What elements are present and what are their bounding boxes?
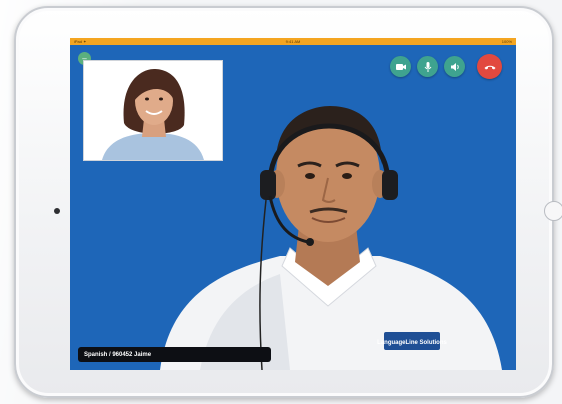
video-camera-icon bbox=[395, 63, 406, 70]
call-controls bbox=[390, 54, 502, 79]
status-bar: iPad ✦ 9:41 AM 100% bbox=[70, 38, 516, 45]
speaker-toggle-button[interactable] bbox=[444, 56, 465, 77]
self-view-person bbox=[84, 61, 222, 160]
home-button[interactable] bbox=[544, 201, 562, 221]
front-camera-icon bbox=[54, 208, 60, 214]
camera-toggle-button[interactable] bbox=[390, 56, 411, 77]
end-call-icon bbox=[484, 65, 495, 69]
headset-mic bbox=[306, 238, 314, 246]
status-battery: 100% bbox=[501, 39, 512, 44]
interpreter-caption: Spanish / 960452 Jaime bbox=[78, 347, 271, 362]
video-call-screen: LanguageLine Solutions iPad ✦ 9:41 AM 10… bbox=[70, 38, 516, 370]
shirt-logo-text: LanguageLine Solutions bbox=[377, 340, 447, 346]
headset-earcup-right bbox=[382, 170, 398, 200]
status-time: 9:41 AM bbox=[285, 39, 301, 44]
speaker-icon bbox=[450, 62, 459, 71]
status-carrier: iPad ✦ bbox=[74, 39, 87, 44]
headset-earcup-left bbox=[260, 170, 276, 200]
microphone-toggle-button[interactable] bbox=[417, 56, 438, 77]
end-call-button[interactable] bbox=[477, 54, 502, 79]
interpreter-caption-text: Spanish / 960452 Jaime bbox=[84, 351, 152, 358]
scene: LanguageLine Solutions iPad ✦ 9:41 AM 10… bbox=[0, 0, 562, 404]
microphone-icon bbox=[424, 61, 431, 72]
self-view-video[interactable] bbox=[83, 60, 223, 161]
